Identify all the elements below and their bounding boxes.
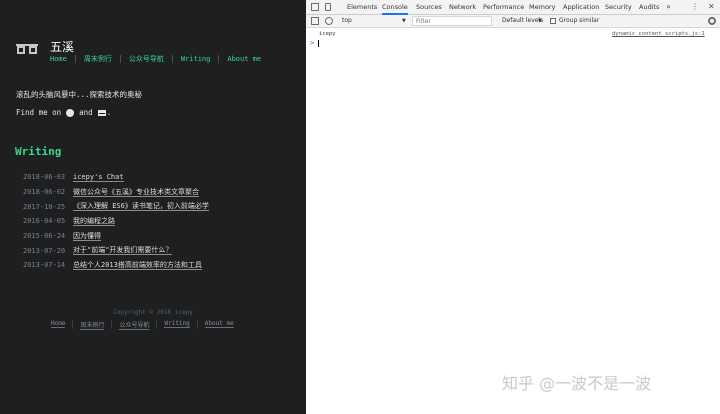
footer-link-writing[interactable]: Writing [156, 320, 196, 329]
nav-wechat[interactable]: 公众号导航 [119, 55, 172, 63]
console-toolbar: top ▼ Default levels ▼ Group similar [306, 15, 720, 28]
console-message-row: icepy dynamic_content_scripts.js:1 [306, 29, 720, 39]
post-date: 2018-06-03 [23, 173, 66, 182]
tab-sources[interactable]: Sources [416, 0, 442, 15]
github-icon[interactable] [66, 108, 75, 117]
post-link[interactable]: 我的编程之路 [73, 217, 115, 226]
filter-input[interactable] [412, 16, 492, 26]
post-date: 2017-10-25 [23, 202, 66, 211]
find-me-line: Find me on and . [16, 108, 111, 117]
post-link[interactable]: icepy's Chat [73, 173, 124, 182]
tab-elements[interactable]: Elements [347, 0, 377, 15]
post-list: 2018-06-03 icepy's Chat 2018-06-02 微信公众号… [23, 170, 209, 273]
list-item: 2018-06-02 微信公众号《五溪》专业技术类文章聚合 [23, 185, 209, 200]
list-item: 2013-07-14 总结个人2013搭高前端效率的方法和工具 [23, 258, 209, 273]
post-date: 2015-06-24 [23, 232, 66, 241]
post-link[interactable]: 《深入理解 ES6》读书笔记，初入前端必学 [73, 202, 209, 212]
list-item: 2015-06-24 因为懂得 [23, 229, 209, 244]
post-link[interactable]: 总结个人2013搭高前端效率的方法和工具 [73, 261, 202, 270]
chevron-down-icon[interactable]: ▼ [402, 15, 406, 27]
chevron-down-icon[interactable]: ▼ [538, 15, 542, 27]
console-prompt-icon: > [310, 39, 315, 47]
copyright: Copyright © 2018 icepy [113, 309, 193, 316]
site-nav: Home 周末例行 公众号导航 Writing About me [42, 55, 269, 63]
kebab-menu-icon[interactable]: ⋮ [691, 0, 699, 14]
sidebar-toggle-icon[interactable] [311, 17, 319, 25]
device-toolbar-icon[interactable] [325, 3, 331, 11]
footer-link-weekly[interactable]: 周末例行 [72, 320, 111, 330]
list-item: 2013-07-20 对于"前端"开发我们需要什么？ [23, 243, 209, 258]
tab-console[interactable]: Console [382, 0, 408, 15]
site-title[interactable]: 五溪 [50, 38, 74, 55]
nav-home[interactable]: Home [42, 55, 75, 63]
list-item: 2017-10-25 《深入理解 ES6》读书笔记，初入前端必学 [23, 199, 209, 214]
clear-console-icon[interactable] [325, 17, 333, 25]
mail-icon[interactable] [97, 109, 106, 116]
footer-link-wechat[interactable]: 公众号导航 [111, 320, 156, 330]
post-link[interactable]: 对于"前端"开发我们需要什么？ [73, 246, 173, 256]
tab-application[interactable]: Application [563, 0, 599, 15]
post-date: 2018-06-02 [23, 188, 66, 197]
nav-about[interactable]: About me [218, 55, 269, 63]
post-link[interactable]: 因为懂得 [73, 232, 101, 241]
post-link[interactable]: 微信公众号《五溪》专业技术类文章聚合 [73, 188, 199, 197]
tab-audits[interactable]: Audits [639, 0, 659, 15]
nav-writing[interactable]: Writing [171, 55, 219, 63]
close-icon[interactable]: ✕ [708, 0, 715, 14]
writing-heading: Writing [15, 145, 62, 158]
nav-weekly[interactable]: 周末例行 [74, 55, 120, 63]
group-similar-checkbox[interactable] [550, 18, 556, 24]
context-select[interactable]: top [342, 15, 352, 27]
tagline: 滚乱的头脑风暴中...探索技术的奥秘 [16, 90, 143, 99]
tab-performance[interactable]: Performance [483, 0, 524, 15]
find-me-suffix: . [106, 108, 112, 117]
console-source-link[interactable]: dynamic_content_scripts.js:1 [612, 31, 705, 37]
console-message: icepy [319, 31, 336, 37]
post-date: 2016-04-05 [23, 217, 66, 226]
post-date: 2013-07-14 [23, 261, 66, 270]
find-me-prefix: Find me on [16, 108, 62, 117]
blog-page: 五溪 Home 周末例行 公众号导航 Writing About me 滚乱的头… [0, 0, 306, 414]
site-logo-icon[interactable] [16, 42, 38, 56]
gear-icon[interactable] [708, 17, 716, 25]
list-item: 2016-04-05 我的编程之路 [23, 214, 209, 229]
tab-security[interactable]: Security [605, 0, 632, 15]
watermark: 知乎 @一波不是一波 [502, 374, 652, 393]
console-input[interactable] [318, 40, 319, 47]
devtools-panel: Elements Console Sources Network Perform… [306, 0, 720, 414]
post-date: 2013-07-20 [23, 246, 66, 255]
devtools-tab-bar: Elements Console Sources Network Perform… [306, 0, 720, 15]
inspect-element-icon[interactable] [311, 3, 319, 11]
more-tabs-icon[interactable]: » [666, 0, 671, 14]
find-me-and: and [79, 108, 93, 117]
footer-link-home[interactable]: Home [44, 320, 72, 329]
tab-network[interactable]: Network [449, 0, 476, 15]
footer-link-about[interactable]: About me [196, 320, 241, 329]
tab-memory[interactable]: Memory [529, 0, 555, 15]
group-similar-label: Group similar [559, 17, 600, 24]
list-item: 2018-06-03 icepy's Chat [23, 170, 209, 185]
footer-nav: Home 周末例行 公众号导航 Writing About me [44, 320, 241, 330]
